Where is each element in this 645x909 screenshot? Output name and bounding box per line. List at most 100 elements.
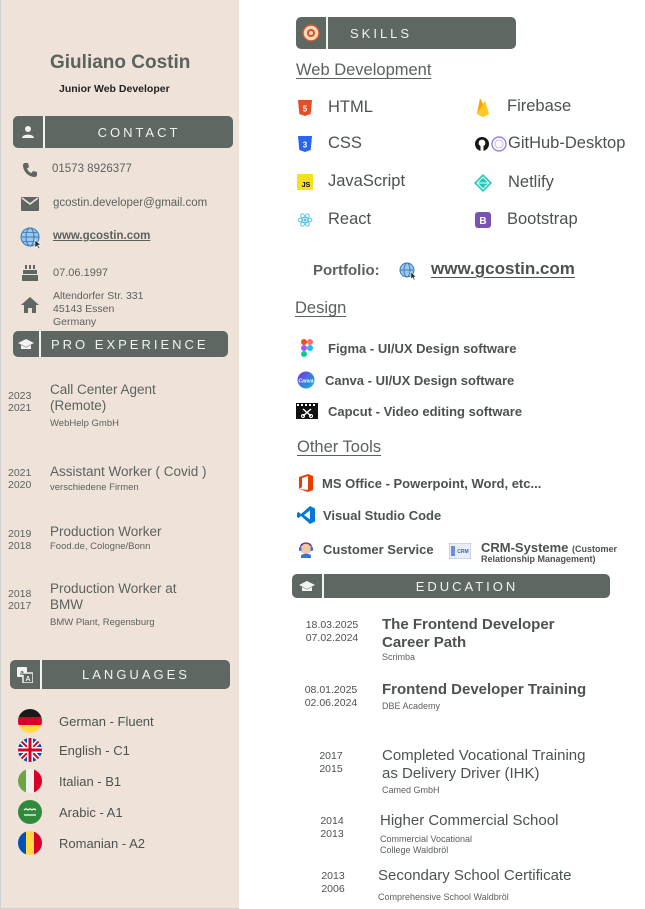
edu-date-end: 18.03.2025	[305, 619, 359, 631]
contact-website-link[interactable]: www.gcostin.com	[53, 230, 150, 242]
svg-text:B: B	[479, 216, 486, 227]
skill-label: CSS	[328, 134, 362, 152]
edu-date-end: 2013	[321, 870, 345, 882]
skill-item: Firebase	[475, 97, 571, 117]
edu-org-line1: Commercial Vocational	[380, 834, 473, 844]
design-label: Figma - UI/UX Design software	[328, 340, 517, 356]
home-icon	[20, 295, 40, 315]
svg-text:5: 5	[303, 104, 308, 113]
language-item: English - C1	[18, 738, 130, 762]
exp-org: Food.de, Cologne/Bonn	[50, 541, 151, 552]
tool-label: Customer Service	[323, 541, 434, 557]
skills-header: SKILLS	[296, 17, 516, 49]
phone-icon	[20, 160, 40, 180]
portfolio-link[interactable]: www.gcostin.com	[431, 259, 575, 279]
graduation-cap-icon	[13, 331, 41, 357]
crm-icon: CRM	[448, 542, 472, 560]
exp-years: 2023 2021	[8, 390, 31, 414]
figma-icon	[298, 339, 316, 357]
skills-badge-icon	[296, 17, 328, 49]
edu-date-end: 08.01.2025	[304, 684, 358, 696]
tool-label: Visual Studio Code	[323, 507, 442, 523]
contact-header: CONTACT	[13, 116, 233, 148]
html5-icon: 5	[297, 99, 313, 116]
language-label: German - Fluent	[59, 713, 154, 729]
language-label: Romanian - A2	[59, 835, 145, 851]
skill-item: 5 HTML	[297, 98, 373, 117]
contact-email[interactable]: gcostin.developer@gmail.com	[53, 197, 207, 209]
ms-office-icon	[297, 474, 315, 492]
bootstrap-icon: B	[475, 211, 491, 228]
languages-header: Aa LANGUAGES	[10, 660, 230, 689]
skill-item: 3 CSS	[297, 134, 362, 153]
edu-date-start: 2015	[319, 763, 343, 775]
svg-text:Canva: Canva	[298, 379, 313, 385]
css3-icon: 3	[297, 135, 313, 152]
profile-title: Junior Web Developer	[59, 83, 170, 95]
skill-label: GitHub-Desktop	[508, 134, 626, 152]
education-header: EDUCATION	[292, 574, 610, 598]
exp-years: 2019 2018	[8, 528, 31, 552]
translate-icon: Aa	[10, 660, 42, 689]
customer-service-icon	[297, 540, 315, 558]
firebase-icon	[475, 97, 491, 117]
person-icon	[13, 116, 45, 148]
netlify-icon	[474, 173, 492, 192]
edu-dates: 2013 2006	[301, 870, 365, 896]
tool-label: MS Office - Powerpoint, Word, etc...	[322, 475, 542, 491]
skill-item: React	[297, 210, 371, 229]
email-icon	[20, 194, 40, 214]
contact-address-line2: 45143 Essen	[53, 303, 115, 315]
tool-item: MS Office - Powerpoint, Word, etc...	[297, 474, 541, 492]
exp-years: 2018 2017	[8, 588, 31, 612]
edu-org: Commercial Vocational College Waldbröl	[380, 834, 472, 856]
svg-text:3: 3	[303, 140, 308, 149]
experience-header: PRO EXPERIENCE	[13, 331, 228, 357]
skill-item: B Bootstrap	[475, 210, 578, 229]
edu-org: Scrimba	[382, 652, 416, 662]
svg-text:A: A	[25, 676, 30, 683]
skill-item: JS JavaScript	[297, 172, 405, 191]
design-item: Figma - UI/UX Design software	[298, 339, 517, 357]
exp-org: WebHelp GmbH	[50, 418, 119, 429]
skill-label: JavaScript	[328, 172, 406, 190]
education-header-label: EDUCATION	[415, 578, 519, 594]
sa-flag-icon	[18, 800, 42, 824]
contact-phone[interactable]: 01573 8926377	[52, 163, 132, 175]
edu-org: Comprehensive School Waldbröl	[378, 892, 509, 902]
edu-org-line2: College Waldbröl	[380, 845, 449, 855]
edu-title-line2: Career Path	[382, 634, 467, 651]
edu-title: Higher Commercial School	[380, 812, 559, 829]
portfolio-label: Portfolio:	[313, 262, 380, 279]
edu-date-start: 02.06.2024	[304, 697, 358, 709]
crm-note: (Customer	[572, 544, 618, 554]
design-title: Design	[295, 299, 347, 317]
language-label: English - C1	[59, 742, 130, 758]
exp-years: 2021 2020	[8, 467, 31, 491]
edu-title: Completed Vocational Training as Deliver…	[382, 747, 585, 783]
skill-label: Netlify	[508, 173, 554, 191]
other-tools-title: Other Tools	[297, 438, 382, 456]
language-item: Italian - B1	[18, 769, 121, 793]
exp-title-line2: BMW	[50, 597, 83, 612]
design-item: Canva Canva - UI/UX Design software	[297, 371, 514, 389]
edu-date-start: 07.02.2024	[305, 632, 359, 644]
ro-flag-icon	[18, 831, 42, 855]
skills-header-label: SKILLS	[350, 25, 413, 41]
language-item: Romanian - A2	[18, 831, 145, 855]
edu-dates: 08.01.2025 02.06.2024	[299, 684, 363, 710]
edu-title-line1: The Frontend Developer	[382, 616, 555, 633]
web-dev-title: Web Development	[296, 61, 432, 79]
edu-org: Camed GmbH	[382, 785, 440, 795]
edu-dates: 2014 2013	[300, 815, 364, 841]
tool-item: Customer Service	[297, 540, 434, 558]
exp-title: Assistant Worker ( Covid )	[50, 464, 207, 479]
exp-year-start: 2017	[8, 600, 32, 612]
contact-address-line3: Germany	[53, 316, 97, 328]
language-label: Arabic - A1	[59, 804, 123, 820]
vscode-icon	[297, 506, 315, 524]
edu-org: DBE Academy	[382, 701, 441, 711]
edu-title-line2: as Delivery Driver (IHK)	[382, 765, 540, 782]
edu-date-end: 2017	[319, 750, 343, 762]
exp-year-end: 2019	[8, 528, 32, 540]
